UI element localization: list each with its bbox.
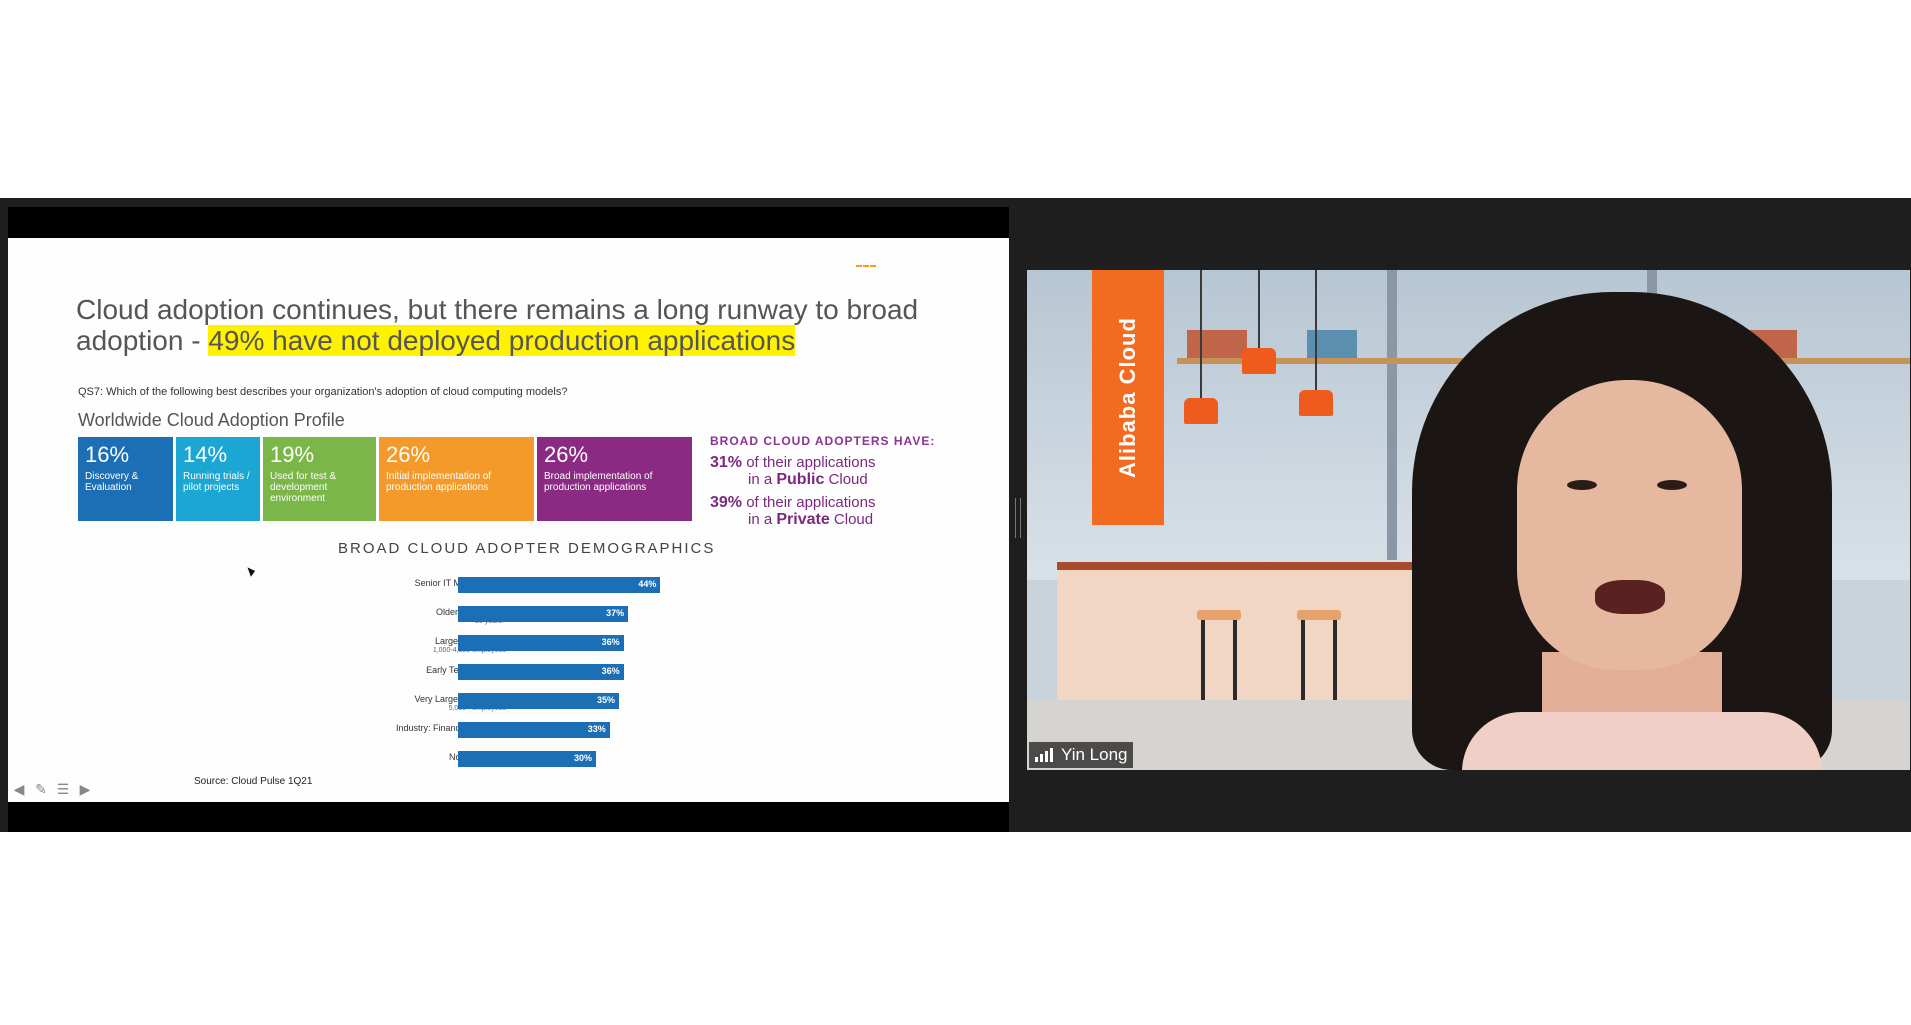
slide-title-highlight: 49% have not deployed production applica… (208, 325, 796, 356)
chart-bar: 36% (458, 664, 624, 680)
chart-bar: 36% (458, 635, 624, 651)
tile-percent: 19% (270, 442, 315, 467)
chart-value-label: 30% (573, 753, 592, 763)
demographics-chart: Senior IT Management44%Older Companies25… (258, 573, 718, 776)
eye (1657, 480, 1687, 490)
shirt (1462, 712, 1822, 770)
chart-bar: 30% (458, 751, 596, 767)
face (1517, 380, 1742, 670)
callout-text: Cloud (824, 471, 868, 488)
chart-row: Senior IT Management44% (258, 573, 718, 602)
chart-bar: 33% (458, 722, 610, 738)
broad-adopters-callout: BROAD CLOUD ADOPTERS HAVE: 31% of their … (710, 434, 970, 528)
callout-text: of their applications (742, 454, 876, 471)
chart-bar: 37% (458, 606, 629, 622)
menu-icon[interactable]: ☰ (54, 781, 72, 797)
chart-row: Large Companies1,000-4,999 employees36% (258, 631, 718, 660)
next-arrow-icon[interactable]: ▶ (76, 781, 94, 797)
mouth (1595, 580, 1665, 614)
callout-private: 39% of their applications in a Private C… (710, 494, 970, 528)
tile-percent: 26% (386, 442, 431, 467)
lamp-cord (1315, 270, 1317, 390)
callout-emphasis: Private (776, 511, 830, 528)
callout-emphasis: Public (776, 471, 825, 488)
tile-description: Used for test & development environment (270, 471, 337, 504)
callout-public-pct: 31% (710, 454, 743, 471)
tile-description: Broad implementation of production appli… (544, 471, 653, 493)
slide-decoration (856, 265, 876, 269)
source-note: Source: Cloud Pulse 1Q21 (194, 776, 313, 787)
books (1187, 330, 1247, 358)
participant-person (1372, 292, 1910, 770)
pendant-lamp (1299, 390, 1333, 416)
chart-value-label: 37% (606, 608, 625, 618)
chart-row: Industry: Financial Services 33% (258, 718, 718, 747)
eye (1567, 480, 1597, 490)
demographics-title: BROAD CLOUD ADOPTER DEMOGRAPHICS (338, 540, 716, 557)
pendant-lamp (1184, 398, 1218, 424)
chart-value-label: 36% (601, 637, 620, 647)
participant-video: Alibaba Cloud (1027, 270, 1910, 770)
previous-arrow-icon[interactable]: ◀ (10, 781, 28, 797)
tile-test-dev: 19% Used for test & development environm… (263, 437, 376, 521)
chart-row: Early Tech Adopters36% (258, 660, 718, 689)
pen-icon[interactable]: ✎ (32, 781, 50, 797)
adoption-tiles: 16% Discovery & Evaluation 14% Running t… (78, 437, 692, 521)
callout-text: in a (748, 511, 777, 528)
tile-discovery: 16% Discovery & Evaluation (78, 437, 173, 521)
participant-name-tag: Yin Long (1029, 742, 1134, 768)
chart-value-label: 44% (638, 579, 657, 589)
profile-title: Worldwide Cloud Adoption Profile (78, 410, 345, 430)
callout-text: Cloud (829, 511, 874, 528)
pane-splitter-handle[interactable] (1015, 498, 1021, 538)
chart-value-label: 35% (596, 695, 615, 705)
callout-private-pct: 39% (710, 494, 743, 511)
tile-initial-production: 26% Initial implementation of production… (379, 437, 534, 521)
slide-nav-controls: ◀ ✎ ☰ ▶ (10, 781, 94, 797)
banner-text: Alibaba Cloud (1115, 317, 1140, 478)
chart-row: Older Companies25 years+37% (258, 602, 718, 631)
lamp-cord (1200, 270, 1202, 398)
callout-public: 31% of their applications in a Public Cl… (710, 454, 970, 488)
participant-name: Yin Long (1061, 745, 1128, 764)
tile-percent: 26% (544, 442, 589, 467)
tile-broad-production: 26% Broad implementation of production a… (537, 437, 692, 521)
tile-percent: 14% (183, 442, 228, 467)
mouse-cursor (247, 565, 257, 577)
callout-heading: BROAD CLOUD ADOPTERS HAVE: (710, 434, 936, 448)
tile-description: Running trials / pilot projects (183, 471, 250, 493)
tile-trials: 14% Running trials / pilot projects (176, 437, 260, 521)
chart-value-label: 36% (601, 666, 620, 676)
signal-strength-icon (1035, 748, 1053, 762)
tile-description: Initial implementation of production app… (386, 471, 492, 493)
presentation-slide: Cloud adoption continues, but there rema… (8, 238, 1009, 802)
survey-question: QS7: Which of the following best describ… (78, 386, 568, 398)
chart-row: North America30% (258, 747, 718, 776)
tile-description: Discovery & Evaluation (85, 471, 139, 493)
chart-bar: 44% (458, 577, 661, 593)
pendant-lamp (1242, 348, 1276, 374)
lamp-cord (1258, 270, 1260, 350)
tile-percent: 16% (85, 442, 130, 467)
slide-title: Cloud adoption continues, but there rema… (76, 294, 956, 356)
chart-row: Very Large Companies5,000+ employees35% (258, 689, 718, 718)
chart-value-label: 33% (587, 724, 606, 734)
callout-text: of their applications (742, 494, 876, 511)
callout-text: in a (748, 471, 777, 488)
chart-bar: 35% (458, 693, 619, 709)
alibaba-cloud-banner: Alibaba Cloud (1092, 270, 1164, 525)
